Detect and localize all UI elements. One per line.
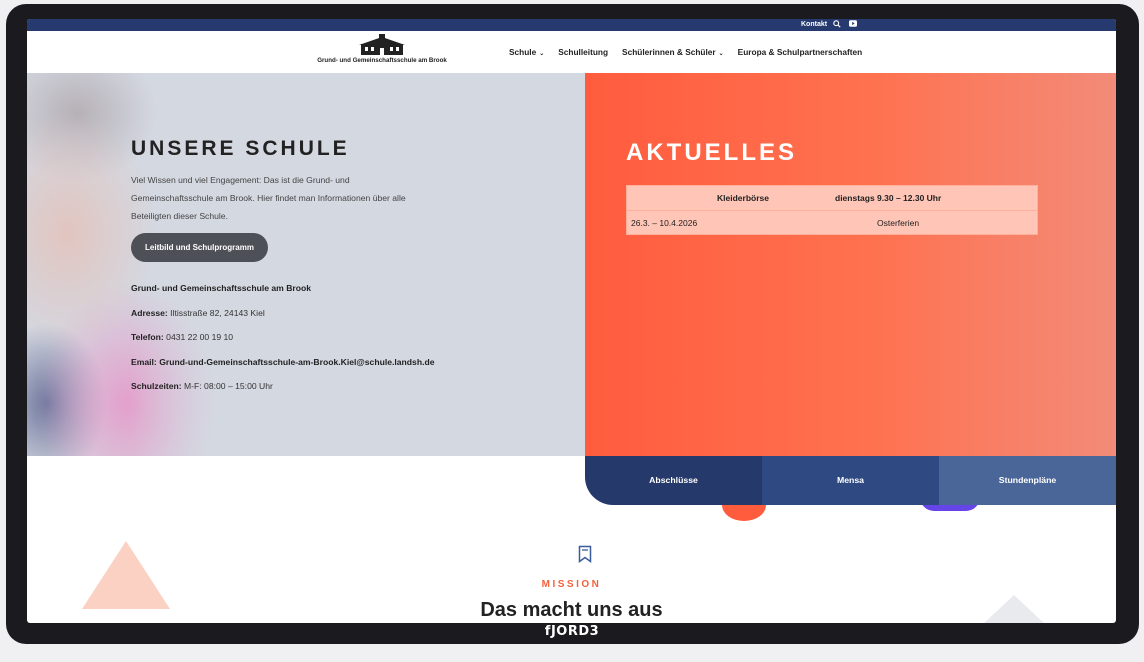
nav-label: Europa & Schulpartnerschaften bbox=[737, 47, 863, 57]
quick-links: Abschlüsse Mensa Stundenpläne bbox=[585, 456, 1116, 505]
device-brand: fJORD3 bbox=[544, 624, 600, 639]
section-title: UNSERE SCHULE bbox=[131, 137, 350, 160]
table-cell: Kleiderbörse bbox=[717, 193, 769, 203]
table-cell: Osterferien bbox=[877, 218, 920, 228]
main-nav: Schule ⌄ Schulleitung Schülerinnen & Schü… bbox=[509, 47, 862, 57]
contact-link[interactable]: Kontakt bbox=[801, 19, 827, 31]
nav-item-europa[interactable]: Europa & Schulpartnerschaften bbox=[738, 47, 862, 57]
table-row: Kleiderbörse dienstags 9.30 – 12.30 Uhr bbox=[627, 186, 1037, 210]
mission-eyebrow: MISSION bbox=[541, 579, 602, 590]
table-cell: dienstags 9.30 – 12.30 Uhr bbox=[835, 193, 942, 203]
hours-label: Schulzeiten: bbox=[131, 381, 182, 391]
mission-title: Das macht uns aus bbox=[480, 599, 663, 621]
news-section: AKTUELLES Kleiderbörse dienstags 9.30 – … bbox=[585, 73, 1116, 456]
website-screen: Kontakt Grund- und Gemeinschaftsschule a… bbox=[27, 19, 1116, 623]
school-logo[interactable]: Grund- und Gemeinschaftsschule am Brook bbox=[312, 34, 452, 70]
address-value: Iltisstraße 82, 24143 Kiel bbox=[170, 308, 265, 318]
hero-school-section: UNSERE SCHULE Viel Wissen und viel Engag… bbox=[27, 73, 585, 456]
main-header: Grund- und Gemeinschaftsschule am Brook … bbox=[27, 31, 1116, 73]
nav-item-schuelerinnen[interactable]: Schülerinnen & Schüler ⌄ bbox=[622, 47, 724, 57]
intro-text: Viel Wissen und viel Engagement: Das ist… bbox=[131, 175, 406, 221]
nav-label: Schule bbox=[509, 47, 537, 57]
chevron-down-icon: ⌄ bbox=[718, 51, 724, 57]
phone-value[interactable]: 0431 22 00 19 10 bbox=[166, 332, 233, 342]
bookmark-icon bbox=[578, 545, 592, 563]
address-label: Adresse: bbox=[131, 308, 168, 318]
nav-item-schule[interactable]: Schule ⌄ bbox=[509, 47, 544, 57]
chevron-down-icon: ⌄ bbox=[539, 51, 545, 57]
top-bar: Kontakt bbox=[27, 19, 1116, 31]
tab-stundenplaene[interactable]: Stundenpläne bbox=[939, 456, 1116, 505]
hours-value: M-F: 08:00 – 15:00 Uhr bbox=[184, 381, 273, 391]
school-building-icon bbox=[359, 34, 405, 55]
hours-line: Schulzeiten: M-F: 08:00 – 15:00 Uhr bbox=[131, 381, 273, 391]
email-link[interactable]: Grund-und-Gemeinschaftsschule-am-Brook.K… bbox=[159, 357, 434, 367]
nav-item-schulleitung[interactable]: Schulleitung bbox=[558, 47, 608, 57]
table-cell: 26.3. – 10.4.2026 bbox=[631, 218, 698, 228]
leitbild-button[interactable]: Leitbild und Schulprogramm bbox=[131, 233, 268, 262]
search-icon[interactable] bbox=[832, 20, 842, 30]
youtube-icon[interactable] bbox=[848, 20, 858, 30]
address-line: Adresse: Iltisstraße 82, 24143 Kiel bbox=[131, 308, 265, 318]
photo-overlay bbox=[27, 73, 287, 456]
news-title: AKTUELLES bbox=[626, 139, 797, 166]
nav-label: Schülerinnen & Schüler bbox=[622, 47, 716, 57]
tab-abschluesse[interactable]: Abschlüsse bbox=[585, 456, 762, 505]
email-label: Email: bbox=[131, 357, 157, 367]
phone-label: Telefon: bbox=[131, 332, 164, 342]
nav-label: Schulleitung bbox=[558, 47, 609, 57]
school-name: Grund- und Gemeinschaftsschule am Brook bbox=[131, 283, 312, 293]
news-table: Kleiderbörse dienstags 9.30 – 12.30 Uhr … bbox=[626, 185, 1038, 235]
tab-mensa[interactable]: Mensa bbox=[762, 456, 939, 505]
email-line: Email: Grund-und-Gemeinschaftsschule-am-… bbox=[131, 357, 435, 367]
table-row: 26.3. – 10.4.2026 Osterferien bbox=[627, 210, 1037, 234]
logo-text: Grund- und Gemeinschaftsschule am Brook bbox=[317, 57, 447, 64]
phone-line: Telefon: 0431 22 00 19 10 bbox=[131, 332, 233, 342]
